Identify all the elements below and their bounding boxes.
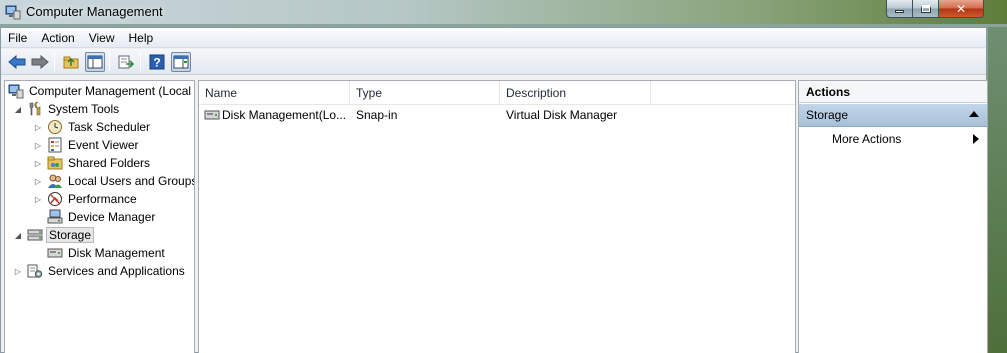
tree-item-event-viewer[interactable]: ▷ Event Viewer xyxy=(33,136,140,154)
tree-item-label: Event Viewer xyxy=(68,138,139,152)
action-pane-icon xyxy=(173,55,189,69)
tree-item-label: Storage xyxy=(46,227,95,243)
tree-item-label: Task Scheduler xyxy=(68,120,151,134)
show-hide-action-pane-button[interactable] xyxy=(171,52,191,72)
up-one-level-button[interactable] xyxy=(61,52,81,72)
export-list-button[interactable] xyxy=(116,52,136,72)
forward-arrow-icon xyxy=(31,55,49,69)
tree-item-task-scheduler[interactable]: ▷ Task Scheduler xyxy=(33,118,152,136)
tree-item-label: Shared Folders xyxy=(68,156,151,170)
menu-file[interactable]: File xyxy=(8,31,27,45)
clock-icon xyxy=(48,120,62,134)
more-actions-item[interactable]: More Actions xyxy=(799,129,987,149)
toolbar: ? xyxy=(1,49,986,75)
expand-triangle-icon[interactable]: ▷ xyxy=(33,195,43,204)
export-list-icon xyxy=(118,55,134,69)
back-arrow-icon xyxy=(8,55,26,69)
toolbar-separator xyxy=(140,53,141,71)
svg-text:?: ? xyxy=(153,56,160,70)
console-tree: Computer Management (Local ◢ System Tool… xyxy=(4,80,195,353)
performance-icon xyxy=(48,192,62,206)
tree-item-storage[interactable]: ◢ Storage xyxy=(13,226,95,244)
results-list: Name Type Description Disk Management(Lo… xyxy=(198,80,796,353)
actions-section-label: Storage xyxy=(806,108,849,122)
disk-management-icon xyxy=(204,110,220,120)
tree-item-computer-management[interactable]: Computer Management (Local xyxy=(8,82,193,100)
tools-icon xyxy=(29,101,41,116)
menu-help[interactable]: Help xyxy=(129,31,154,45)
shared-folder-icon xyxy=(47,156,63,170)
close-button[interactable]: ✕ xyxy=(938,0,984,18)
computer-management-icon xyxy=(8,84,24,99)
expand-triangle-icon[interactable]: ▷ xyxy=(33,159,43,168)
tree-item-label: System Tools xyxy=(48,102,120,116)
toolbar-separator xyxy=(54,53,55,71)
forward-button[interactable] xyxy=(30,52,50,72)
tree-item-label: Computer Management (Local xyxy=(29,84,192,98)
more-actions-label: More Actions xyxy=(832,132,902,146)
computer-management-icon xyxy=(5,5,21,20)
menu-action[interactable]: Action xyxy=(41,31,74,45)
menu-bar: File Action View Help xyxy=(1,28,986,48)
expand-triangle-icon[interactable]: ▷ xyxy=(33,177,43,186)
help-button[interactable]: ? xyxy=(147,52,167,72)
cell-type: Snap-in xyxy=(356,108,398,122)
folder-up-icon xyxy=(63,56,79,69)
tree-item-disk-management[interactable]: Disk Management xyxy=(47,244,167,262)
collapse-triangle-icon[interactable]: ◢ xyxy=(13,105,23,114)
maximize-button[interactable] xyxy=(912,0,939,18)
maximize-icon xyxy=(920,4,931,13)
list-header: Name Type Description xyxy=(199,81,795,105)
menu-view[interactable]: View xyxy=(89,31,115,45)
expand-triangle-icon[interactable]: ▷ xyxy=(13,267,23,276)
window-frame: Computer Management ✕ File Action View H… xyxy=(0,0,1007,353)
users-icon xyxy=(48,174,62,188)
submenu-arrow-icon xyxy=(973,134,979,144)
show-hide-console-tree-button[interactable] xyxy=(85,52,105,72)
actions-section-storage[interactable]: Storage xyxy=(799,104,987,127)
minimize-button[interactable] xyxy=(886,0,913,18)
column-header-name[interactable]: Name xyxy=(199,81,350,105)
minimize-icon xyxy=(895,10,904,13)
title-bar[interactable]: Computer Management ✕ xyxy=(0,0,1007,24)
console-tree-icon xyxy=(87,55,103,69)
cell-name: Disk Management(Lo... xyxy=(199,107,350,123)
desktop-background xyxy=(988,27,1007,353)
tree-item-system-tools[interactable]: ◢ System Tools xyxy=(13,100,121,118)
tree-item-label: Performance xyxy=(68,192,137,206)
tree-item-shared-folders[interactable]: ▷ Shared Folders xyxy=(33,154,152,172)
tree-item-label: Local Users and Groups xyxy=(68,174,195,188)
tree-item-label: Services and Applications xyxy=(48,264,185,278)
back-button[interactable] xyxy=(7,52,27,72)
expand-triangle-icon[interactable]: ▷ xyxy=(33,141,43,150)
column-header-type[interactable]: Type xyxy=(350,81,500,105)
disk-management-icon xyxy=(47,248,63,258)
collapse-up-icon[interactable] xyxy=(969,110,979,118)
client-area: File Action View Help ? Computer Managem… xyxy=(0,27,988,353)
help-icon: ? xyxy=(149,54,165,70)
expand-triangle-icon[interactable]: ▷ xyxy=(33,123,43,132)
event-viewer-icon xyxy=(48,137,62,153)
actions-header: Actions xyxy=(799,81,987,103)
tree-item-local-users-and-groups[interactable]: ▷ Local Users and Groups xyxy=(33,172,195,190)
tree-item-performance[interactable]: ▷ Performance xyxy=(33,190,139,208)
tree-item-label: Disk Management xyxy=(68,246,165,260)
tree-item-services-and-applications[interactable]: ▷ Services and Applications xyxy=(13,262,187,280)
column-header-description[interactable]: Description xyxy=(500,81,651,105)
list-item[interactable]: Disk Management(Lo... Snap-in Virtual Di… xyxy=(199,105,795,125)
tree-item-device-manager[interactable]: Device Manager xyxy=(47,208,157,226)
services-icon xyxy=(27,264,43,278)
cell-name-text: Disk Management(Lo... xyxy=(222,108,347,122)
collapse-triangle-icon[interactable]: ◢ xyxy=(13,231,23,240)
window-title: Computer Management xyxy=(26,4,163,19)
actions-pane: Actions Storage More Actions xyxy=(798,80,988,353)
toolbar-separator xyxy=(109,53,110,71)
storage-icon xyxy=(27,229,43,241)
close-icon: ✕ xyxy=(955,1,967,16)
cell-description: Virtual Disk Manager xyxy=(506,108,618,122)
tree-item-label: Device Manager xyxy=(68,210,156,224)
device-manager-icon xyxy=(47,209,63,224)
